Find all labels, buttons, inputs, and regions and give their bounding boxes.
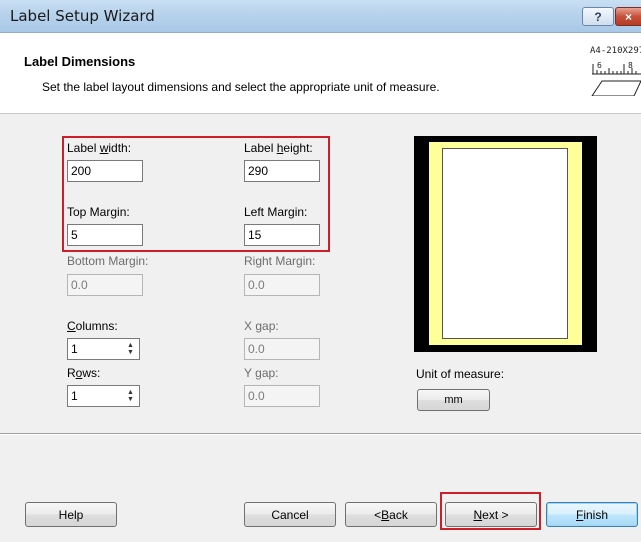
y-gap-label: Y gap: (244, 366, 279, 380)
help-question-icon[interactable]: ? (582, 7, 614, 26)
right-margin-input: 0.0 (244, 274, 320, 296)
x-gap-input: 0.0 (244, 338, 320, 360)
paper-ruler-icon: A4-210X297mm (590, 46, 641, 96)
wizard-header: Label Dimensions Set the label layout di… (0, 33, 641, 114)
footer-divider (0, 433, 641, 435)
bottom-margin-label: Bottom Margin: (67, 254, 149, 268)
columns-value: 1 (71, 342, 78, 356)
columns-stepper[interactable]: 1 ▲ ▼ (67, 338, 140, 360)
help-button[interactable]: Help (25, 502, 117, 527)
window-title: Label Setup Wizard (10, 7, 155, 25)
rows-value: 1 (71, 389, 78, 403)
right-margin-label: Right Margin: (244, 254, 316, 268)
cancel-button[interactable]: Cancel (244, 502, 336, 527)
svg-text:8: 8 (628, 61, 633, 70)
ruler-graphic: 6 8 (591, 61, 641, 96)
page-subtitle: Set the label layout dimensions and sele… (42, 80, 440, 94)
page-title: Label Dimensions (24, 54, 136, 69)
label-preview (414, 136, 597, 352)
title-bar[interactable]: Label Setup Wizard ? × (0, 0, 641, 33)
rows-label: Rows: (67, 366, 101, 380)
preview-label-area (442, 148, 568, 339)
close-icon[interactable]: × (615, 7, 641, 26)
x-gap-label: X gap: (244, 319, 279, 333)
label-setup-wizard-window: Label Setup Wizard ? × Label Dimensions … (0, 0, 641, 542)
svg-text:6: 6 (597, 61, 602, 70)
highlight-box-dimensions (62, 136, 330, 252)
spin-arrows-icon[interactable]: ▲ ▼ (124, 341, 137, 357)
columns-label: Columns: (67, 319, 118, 333)
bottom-margin-input: 0.0 (67, 274, 143, 296)
spin-arrows-icon[interactable]: ▲ ▼ (124, 388, 137, 404)
highlight-box-next (440, 492, 541, 530)
y-gap-input: 0.0 (244, 385, 320, 407)
rows-stepper[interactable]: 1 ▲ ▼ (67, 385, 140, 407)
unit-of-measure-label: Unit of measure: (416, 367, 505, 381)
back-button[interactable]: < Back (345, 502, 437, 527)
finish-button[interactable]: Finish (546, 502, 638, 527)
unit-mm-button[interactable]: mm (417, 389, 490, 411)
